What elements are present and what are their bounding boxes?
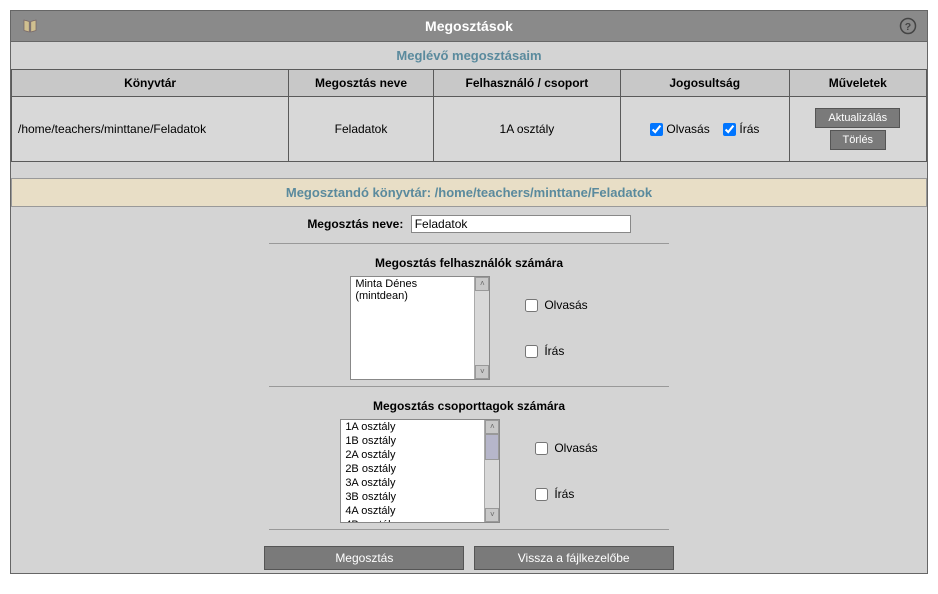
list-item[interactable]: 4B osztály <box>341 518 484 522</box>
col-permission: Jogosultság <box>620 70 789 97</box>
col-share-name: Megosztás neve <box>289 70 434 97</box>
share-target-header: Megosztandó könyvtár: /home/teachers/min… <box>11 178 927 207</box>
users-listbox[interactable]: Minta Dénes (mintdean) ˄ ˅ <box>350 276 490 380</box>
scroll-down-icon[interactable]: ˅ <box>485 508 499 522</box>
cell-permission: Olvasás Írás <box>620 97 789 162</box>
cell-share-name: Feladatok <box>289 97 434 162</box>
share-users-title: Megosztás felhasználók számára <box>31 250 907 276</box>
scroll-thumb[interactable] <box>485 434 499 460</box>
list-item[interactable]: 2A osztály <box>341 448 484 462</box>
list-item[interactable]: 4A osztály <box>341 504 484 518</box>
list-item[interactable]: 3B osztály <box>341 490 484 504</box>
share-name-label: Megosztás neve: <box>307 217 403 231</box>
share-groups-title: Megosztás csoporttagok számára <box>31 393 907 419</box>
users-read-row: Olvasás <box>525 298 587 312</box>
groups-read-row: Olvasás <box>535 441 597 455</box>
window-title: Megosztások <box>39 18 899 34</box>
row-read-checkbox[interactable] <box>650 123 663 136</box>
scroll-track <box>475 291 489 365</box>
users-write-row: Írás <box>525 344 587 358</box>
update-button[interactable]: Aktualizálás <box>815 108 900 128</box>
users-read-label: Olvasás <box>544 298 587 312</box>
share-users-block: Minta Dénes (mintdean) ˄ ˅ Olvasás Írás <box>31 276 907 380</box>
groups-write-checkbox[interactable] <box>535 488 548 501</box>
titlebar: Megosztások ? <box>11 11 927 42</box>
spacer <box>11 162 927 178</box>
divider <box>269 243 669 244</box>
row-write-label: Írás <box>739 122 759 136</box>
book-icon <box>21 17 39 35</box>
col-user-group: Felhasználó / csoport <box>433 70 620 97</box>
svg-text:?: ? <box>905 21 911 33</box>
share-button[interactable]: Megosztás <box>264 546 464 570</box>
groups-listbox[interactable]: 1A osztály 1B osztály 2A osztály 2B oszt… <box>340 419 500 523</box>
cell-actions: Aktualizálás Törlés <box>789 97 926 162</box>
delete-button[interactable]: Törlés <box>830 130 887 150</box>
divider <box>269 386 669 387</box>
list-item[interactable]: 2B osztály <box>341 462 484 476</box>
users-read-checkbox[interactable] <box>525 299 538 312</box>
share-name-row: Megosztás neve: <box>31 211 907 237</box>
scroll-track <box>485 460 499 508</box>
row-read-label: Olvasás <box>666 122 709 136</box>
list-item[interactable]: 1B osztály <box>341 434 484 448</box>
users-scrollbar: ˄ ˅ <box>474 277 489 379</box>
existing-shares-table: Könyvtár Megosztás neve Felhasználó / cs… <box>11 69 927 162</box>
share-groups-block: 1A osztály 1B osztály 2A osztály 2B oszt… <box>31 419 907 523</box>
users-listbox-content: Minta Dénes (mintdean) <box>351 277 474 379</box>
cell-user-group: 1A osztály <box>433 97 620 162</box>
groups-write-row: Írás <box>535 487 597 501</box>
share-name-input[interactable] <box>411 215 631 233</box>
table-row: /home/teachers/minttane/Feladatok Felada… <box>12 97 927 162</box>
groups-read-checkbox[interactable] <box>535 442 548 455</box>
table-header-row: Könyvtár Megosztás neve Felhasználó / cs… <box>12 70 927 97</box>
scroll-down-icon[interactable]: ˅ <box>475 365 489 379</box>
help-icon[interactable]: ? <box>899 17 917 35</box>
col-actions: Műveletek <box>789 70 926 97</box>
col-directory: Könyvtár <box>12 70 289 97</box>
list-item[interactable]: 3A osztály <box>341 476 484 490</box>
groups-perms: Olvasás Írás <box>535 419 597 523</box>
groups-write-label: Írás <box>554 487 574 501</box>
groups-scrollbar: ˄ ˅ <box>484 420 499 522</box>
shares-window: Megosztások ? Meglévő megosztásaim Könyv… <box>10 10 928 574</box>
list-item[interactable]: Minta Dénes (mintdean) <box>351 277 474 303</box>
cell-directory: /home/teachers/minttane/Feladatok <box>12 97 289 162</box>
scroll-up-icon[interactable]: ˄ <box>485 420 499 434</box>
scroll-up-icon[interactable]: ˄ <box>475 277 489 291</box>
existing-shares-header: Meglévő megosztásaim <box>11 42 927 69</box>
groups-read-label: Olvasás <box>554 441 597 455</box>
row-write-checkbox[interactable] <box>723 123 736 136</box>
users-write-label: Írás <box>544 344 564 358</box>
users-write-checkbox[interactable] <box>525 345 538 358</box>
divider <box>269 529 669 530</box>
share-form: Megosztás neve: Megosztás felhasználók s… <box>11 207 927 584</box>
back-button[interactable]: Vissza a fájlkezelőbe <box>474 546 674 570</box>
groups-listbox-content: 1A osztály 1B osztály 2A osztály 2B oszt… <box>341 420 484 522</box>
list-item[interactable]: 1A osztály <box>341 420 484 434</box>
users-perms: Olvasás Írás <box>525 276 587 380</box>
button-row: Megosztás Vissza a fájlkezelőbe <box>31 536 907 580</box>
